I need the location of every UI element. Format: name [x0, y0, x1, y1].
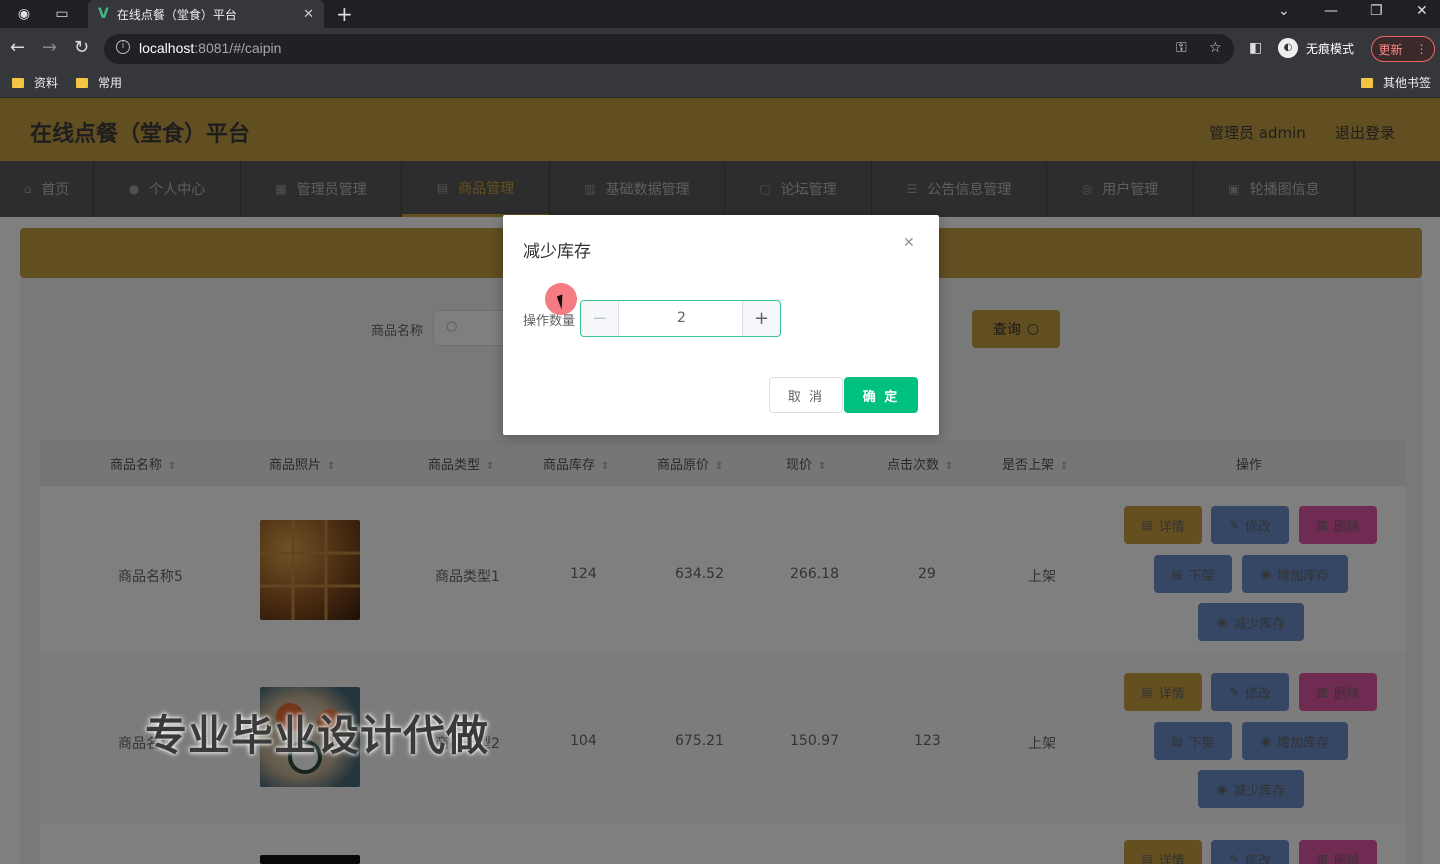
quantity-input[interactable]: 2: [619, 301, 744, 336]
cancel-button[interactable]: 取 消: [769, 377, 843, 413]
browser-tab[interactable]: V 在线点餐（堂食）平台 ✕: [88, 0, 324, 28]
close-icon[interactable]: ✕: [903, 235, 915, 251]
tab-title: 在线点餐（堂食）平台: [116, 7, 237, 22]
dialog-title: 减少库存: [523, 242, 591, 262]
folder-icon: [76, 77, 88, 88]
quantity-stepper[interactable]: − 2 +: [580, 300, 781, 337]
minimize-icon[interactable]: —: [1324, 3, 1338, 19]
bookmark-folder[interactable]: 资料: [12, 74, 58, 91]
url-text[interactable]: localhost:8081/#/caipin: [139, 40, 281, 56]
vue-logo-icon: V: [98, 6, 109, 22]
key-icon[interactable]: ⚿: [1176, 40, 1187, 56]
site-info-icon[interactable]: i: [116, 40, 130, 54]
side-panel-icon[interactable]: ◧: [1249, 40, 1262, 56]
reload-icon[interactable]: ↻: [74, 37, 89, 58]
incognito-indicator[interactable]: ◐ 无痕模式: [1278, 38, 1354, 58]
plus-icon[interactable]: +: [742, 301, 780, 336]
more-menu-icon: ⋮: [1415, 42, 1428, 56]
back-icon[interactable]: ←: [10, 37, 25, 58]
browser-tab-bar: ◉ ▭ V 在线点餐（堂食）平台 ✕ + ⌄ — ❐ ✕: [0, 0, 1440, 28]
bookmarks-bar: 资料 常用 其他书签: [0, 68, 1440, 98]
update-button[interactable]: 更新 ⋮: [1371, 36, 1435, 62]
bookmark-folder[interactable]: 常用: [76, 74, 122, 91]
incognito-icon: ◐: [1278, 38, 1298, 58]
restore-icon[interactable]: ❐: [1370, 3, 1383, 19]
watermark: 专业毕业设计代做: [145, 711, 490, 760]
tab-search-icon[interactable]: ▭: [52, 4, 72, 24]
new-tab-icon[interactable]: +: [336, 2, 353, 26]
tab-list-icon[interactable]: ⌄: [1278, 3, 1290, 19]
other-bookmarks[interactable]: 其他书签: [1361, 74, 1431, 91]
forward-icon[interactable]: →: [42, 37, 57, 58]
window-close-icon[interactable]: ✕: [1416, 3, 1428, 19]
browser-menu-icon[interactable]: ◉: [14, 4, 34, 24]
confirm-button[interactable]: 确 定: [844, 377, 918, 413]
bookmark-star-icon[interactable]: ☆: [1209, 40, 1222, 56]
tab-close-icon[interactable]: ✕: [303, 7, 314, 22]
folder-icon: [1361, 77, 1373, 88]
minus-icon[interactable]: −: [581, 301, 619, 336]
folder-icon: [12, 77, 24, 88]
reduce-stock-dialog: 减少库存 ✕ 操作数量 − 2 + 取 消 确 定: [503, 215, 939, 435]
